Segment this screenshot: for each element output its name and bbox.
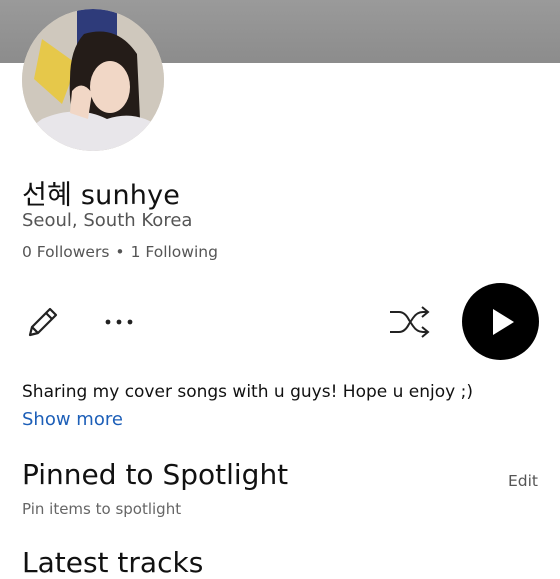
shuffle-icon <box>390 306 430 338</box>
latest-tracks-title: Latest tracks <box>22 546 204 579</box>
edit-profile-button[interactable] <box>22 301 64 343</box>
play-icon <box>492 308 514 335</box>
more-options-icon <box>105 319 133 325</box>
separator-dot: • <box>115 243 125 261</box>
following-count[interactable]: 1 Following <box>131 243 218 261</box>
show-more-link[interactable]: Show more <box>22 409 123 430</box>
followers-count[interactable]: 0 Followers <box>22 243 109 261</box>
shuffle-button[interactable] <box>386 303 432 341</box>
play-button[interactable] <box>462 283 539 360</box>
avatar-photo <box>22 9 164 151</box>
spotlight-title: Pinned to Spotlight <box>22 458 289 491</box>
avatar[interactable] <box>22 9 164 151</box>
follow-stats: 0 Followers • 1 Following <box>22 243 218 261</box>
pencil-icon <box>28 307 58 337</box>
spotlight-subtitle: Pin items to spotlight <box>22 500 182 518</box>
profile-name: 선혜 sunhye <box>22 180 181 211</box>
profile-bio: Sharing my cover songs with u guys! Hope… <box>22 382 473 402</box>
profile-location: Seoul, South Korea <box>22 210 193 231</box>
more-options-button[interactable] <box>100 305 138 339</box>
spotlight-edit-button[interactable]: Edit <box>508 472 538 490</box>
